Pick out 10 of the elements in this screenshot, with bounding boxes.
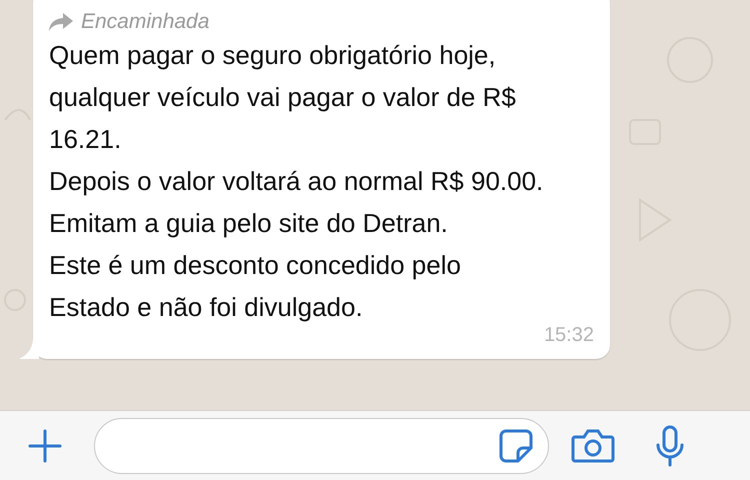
message-text: Emitam a guia pelo site do Detran.: [49, 207, 448, 240]
microphone-icon[interactable]: [655, 424, 685, 466]
camera-icon[interactable]: [571, 428, 615, 464]
forwarded-label: Encaminhada: [81, 10, 210, 34]
message-text: Quem pagar o seguro obrigatório hoje, qualquer veículo vai pagar o valor de R$ 16.21.: [49, 39, 517, 156]
message-time: 15:32: [544, 324, 594, 347]
plus-icon[interactable]: [28, 428, 62, 462]
sticker-icon[interactable]: [498, 428, 534, 464]
message-text: Este é um desconto concedido pelo Estado e não foi divulgado.: [49, 249, 462, 324]
message-text: Depois o valor voltará ao normal R$ 90.00.: [49, 165, 544, 198]
